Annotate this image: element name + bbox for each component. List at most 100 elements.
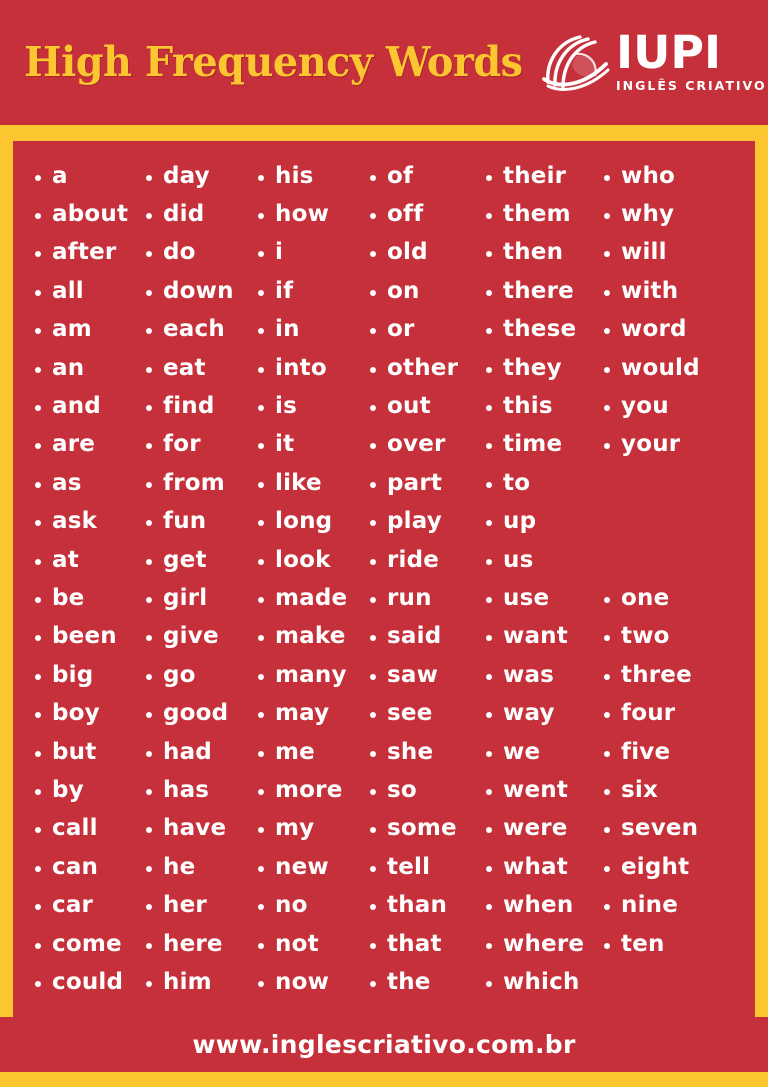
word-item[interactable]: seven bbox=[604, 810, 729, 848]
word-item[interactable]: a bbox=[35, 157, 146, 195]
word-item[interactable]: new bbox=[258, 848, 370, 886]
word-item[interactable]: as bbox=[35, 464, 146, 502]
word-item[interactable]: an bbox=[35, 349, 146, 387]
word-item[interactable]: then bbox=[486, 234, 604, 272]
word-item[interactable]: into bbox=[258, 349, 370, 387]
word-item[interactable]: her bbox=[146, 886, 258, 924]
word-item[interactable]: word bbox=[604, 311, 729, 349]
word-item[interactable]: each bbox=[146, 311, 258, 349]
word-item[interactable]: come bbox=[35, 925, 146, 963]
word-item[interactable]: give bbox=[146, 618, 258, 656]
word-item[interactable]: one bbox=[604, 579, 729, 617]
word-item[interactable]: six bbox=[604, 771, 729, 809]
word-item[interactable]: not bbox=[258, 925, 370, 963]
word-item[interactable]: when bbox=[486, 886, 604, 924]
word-item[interactable]: get bbox=[146, 541, 258, 579]
word-item[interactable]: my bbox=[258, 810, 370, 848]
word-item[interactable]: eat bbox=[146, 349, 258, 387]
word-item[interactable]: why bbox=[604, 195, 729, 233]
word-item[interactable]: off bbox=[370, 195, 486, 233]
word-item[interactable]: made bbox=[258, 579, 370, 617]
word-item[interactable]: have bbox=[146, 810, 258, 848]
word-item[interactable]: we bbox=[486, 733, 604, 771]
word-item[interactable]: ten bbox=[604, 925, 729, 963]
word-item[interactable]: fun bbox=[146, 503, 258, 541]
word-item[interactable]: may bbox=[258, 694, 370, 732]
word-item[interactable]: like bbox=[258, 464, 370, 502]
word-item[interactable]: i bbox=[258, 234, 370, 272]
word-item[interactable]: who bbox=[604, 157, 729, 195]
word-item[interactable]: me bbox=[258, 733, 370, 771]
word-item[interactable]: car bbox=[35, 886, 146, 924]
word-item[interactable]: some bbox=[370, 810, 486, 848]
word-item[interactable]: big bbox=[35, 656, 146, 694]
word-item[interactable]: us bbox=[486, 541, 604, 579]
word-item[interactable]: no bbox=[258, 886, 370, 924]
word-item[interactable]: to bbox=[486, 464, 604, 502]
word-item[interactable]: are bbox=[35, 426, 146, 464]
word-item[interactable]: there bbox=[486, 272, 604, 310]
word-item[interactable]: down bbox=[146, 272, 258, 310]
word-item[interactable]: were bbox=[486, 810, 604, 848]
word-item[interactable]: eight bbox=[604, 848, 729, 886]
word-item[interactable]: from bbox=[146, 464, 258, 502]
word-item[interactable]: girl bbox=[146, 579, 258, 617]
word-item[interactable]: boy bbox=[35, 694, 146, 732]
word-item[interactable]: will bbox=[604, 234, 729, 272]
word-item[interactable]: them bbox=[486, 195, 604, 233]
word-item[interactable]: two bbox=[604, 618, 729, 656]
word-item[interactable]: about bbox=[35, 195, 146, 233]
word-item[interactable]: saw bbox=[370, 656, 486, 694]
word-item[interactable]: up bbox=[486, 503, 604, 541]
word-item[interactable]: find bbox=[146, 387, 258, 425]
word-item[interactable]: your bbox=[604, 426, 729, 464]
word-item[interactable]: would bbox=[604, 349, 729, 387]
word-item[interactable]: good bbox=[146, 694, 258, 732]
word-item[interactable]: their bbox=[486, 157, 604, 195]
word-item[interactable]: the bbox=[370, 963, 486, 1001]
word-item[interactable]: that bbox=[370, 925, 486, 963]
word-item[interactable]: four bbox=[604, 694, 729, 732]
word-item[interactable]: these bbox=[486, 311, 604, 349]
word-item[interactable]: more bbox=[258, 771, 370, 809]
word-item[interactable]: has bbox=[146, 771, 258, 809]
word-item[interactable]: all bbox=[35, 272, 146, 310]
word-item[interactable]: after bbox=[35, 234, 146, 272]
word-item[interactable]: by bbox=[35, 771, 146, 809]
word-item[interactable]: he bbox=[146, 848, 258, 886]
word-item[interactable]: went bbox=[486, 771, 604, 809]
word-item[interactable]: see bbox=[370, 694, 486, 732]
word-item[interactable]: three bbox=[604, 656, 729, 694]
word-item[interactable]: ask bbox=[35, 503, 146, 541]
word-item[interactable]: go bbox=[146, 656, 258, 694]
word-item[interactable]: long bbox=[258, 503, 370, 541]
word-item[interactable]: how bbox=[258, 195, 370, 233]
word-item[interactable]: so bbox=[370, 771, 486, 809]
word-item[interactable]: tell bbox=[370, 848, 486, 886]
word-item[interactable]: be bbox=[35, 579, 146, 617]
word-item[interactable]: look bbox=[258, 541, 370, 579]
word-item[interactable]: run bbox=[370, 579, 486, 617]
word-item[interactable]: over bbox=[370, 426, 486, 464]
word-item[interactable]: or bbox=[370, 311, 486, 349]
word-item[interactable]: ride bbox=[370, 541, 486, 579]
word-item[interactable]: other bbox=[370, 349, 486, 387]
word-item[interactable]: nine bbox=[604, 886, 729, 924]
word-item[interactable]: and bbox=[35, 387, 146, 425]
word-item[interactable]: for bbox=[146, 426, 258, 464]
word-item[interactable]: want bbox=[486, 618, 604, 656]
word-item[interactable]: do bbox=[146, 234, 258, 272]
word-item[interactable]: this bbox=[486, 387, 604, 425]
word-item[interactable]: is bbox=[258, 387, 370, 425]
word-item[interactable]: day bbox=[146, 157, 258, 195]
word-item[interactable]: time bbox=[486, 426, 604, 464]
word-item[interactable]: on bbox=[370, 272, 486, 310]
word-item[interactable]: of bbox=[370, 157, 486, 195]
word-item[interactable]: use bbox=[486, 579, 604, 617]
word-item[interactable]: am bbox=[35, 311, 146, 349]
word-item[interactable]: way bbox=[486, 694, 604, 732]
word-item[interactable]: said bbox=[370, 618, 486, 656]
word-item[interactable]: than bbox=[370, 886, 486, 924]
word-item[interactable]: at bbox=[35, 541, 146, 579]
word-item[interactable]: which bbox=[486, 963, 604, 1001]
